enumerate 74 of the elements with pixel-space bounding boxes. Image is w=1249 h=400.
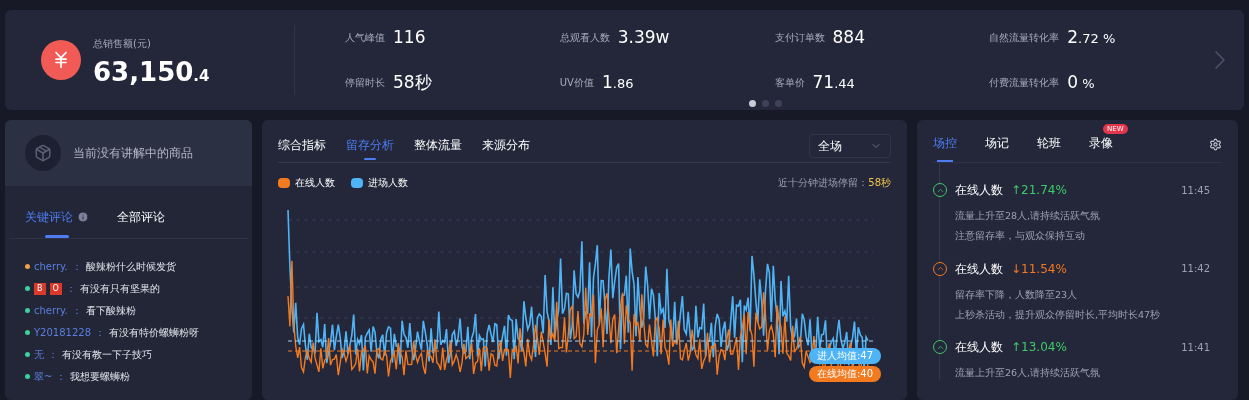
comment-text: 有没有教一下子技巧 (62, 348, 152, 362)
event-time: 11:42 (1181, 262, 1210, 276)
metric-label: 人气峰值 (345, 30, 385, 45)
analysis-tab[interactable]: 留存分析 (346, 136, 394, 154)
event-change: ↓11.54% (1011, 260, 1068, 278)
stay-note: 近十分钟进场停留：58秒 (778, 176, 891, 190)
event-note: 注意留存率，与观众保持互动 (955, 229, 1086, 244)
user-badge: B (34, 282, 46, 295)
legend-label: 在线人数 (295, 176, 335, 190)
trend-icon (933, 261, 947, 276)
comment-text: 有没有特价螺蛳粉呀 (109, 326, 199, 340)
legend-label: 进场人数 (368, 176, 408, 190)
event-time: 11:41 (1181, 340, 1210, 355)
metric-value: 116 (393, 25, 426, 49)
event-change: ↑13.04% (1011, 339, 1068, 356)
average-label: 进人均值:47 (808, 348, 881, 364)
comment-text: 有没有只有坚果的 (79, 282, 160, 296)
event-time: 11:45 (1181, 183, 1210, 198)
user-name: cherry. (34, 260, 68, 274)
settings-icon[interactable] (1209, 137, 1222, 151)
user-name: 翠~ (34, 370, 53, 384)
separator: ： (56, 370, 67, 384)
box-icon (25, 135, 61, 171)
sales-label: 总销售额(元) (93, 36, 152, 51)
separator: ： (48, 348, 58, 362)
event-note: 流量上升至26人,请持续活跃气氛 (955, 366, 1102, 380)
event-note: 流量上升至28人,请持续活跃气氛 (955, 209, 1102, 223)
user-name: 无 (34, 348, 44, 362)
comment-tab[interactable]: 全部评论 (117, 208, 165, 226)
scope-select[interactable]: 全场 (809, 134, 891, 158)
metric-value: 58秒 (393, 71, 432, 94)
control-tab[interactable]: 录像 (1089, 134, 1113, 152)
metric-label: 总观看人数 (559, 30, 610, 45)
metric-value: 3.39w (617, 25, 670, 49)
event-title: 在线人数 (955, 260, 1003, 278)
event-note: 上秒杀活动，提升观众停留时长,平均时长47秒 (955, 307, 1162, 322)
user-name: Y20181228 (34, 326, 91, 340)
analysis-tab[interactable]: 整体流量 (414, 136, 462, 154)
metric-label: 付费流量转化率 (989, 76, 1060, 91)
event-change: ↑21.74% (1011, 182, 1068, 199)
separator: ： (65, 282, 76, 296)
yen-icon (41, 40, 81, 80)
metric-value: 63,150.4 (93, 58, 210, 85)
metric-value: 1.86 (601, 71, 634, 94)
separator: ： (71, 260, 82, 274)
comment-text: 酸辣粉什么时候发货 (85, 260, 176, 274)
comment-text: 我想要螺蛳粉 (70, 370, 131, 384)
analysis-tab[interactable]: 综合指标 (278, 136, 326, 154)
average-label: 在线均值:40 (808, 366, 881, 382)
trend-icon (933, 183, 947, 197)
user-name: cherry. (34, 304, 68, 318)
user-badge: O (49, 282, 62, 295)
comment-tab[interactable]: 关键评论 (25, 208, 73, 226)
separator: ： (71, 304, 82, 318)
event-note: 留存率下降，人数降至23人 (955, 287, 1079, 302)
metric-label: 客单价 (774, 76, 805, 91)
control-tab[interactable]: 场记 (985, 134, 1009, 152)
separator: ： (95, 326, 105, 340)
product-status: 当前没有讲解中的商品 (73, 145, 193, 162)
metric-value: 0 % (1067, 71, 1095, 94)
event-title: 在线人数 (955, 339, 1003, 356)
metric-label: 停留时长 (345, 76, 385, 91)
comment-text: 看下酸辣粉 (85, 304, 136, 318)
metric-value: 2.72 % (1067, 25, 1116, 49)
metric-value: 884 (832, 25, 865, 49)
control-tab[interactable]: 轮班 (1037, 134, 1061, 152)
event-title: 在线人数 (955, 182, 1003, 199)
analysis-tab[interactable]: 来源分布 (482, 136, 530, 154)
trend-icon (933, 340, 947, 354)
metric-label: UV价值 (559, 76, 594, 91)
control-tab[interactable]: 场控 (933, 134, 957, 152)
metric-label: 自然流量转化率 (989, 30, 1060, 45)
metric-value: 71.44 (812, 71, 855, 94)
metric-label: 支付订单数 (774, 30, 825, 45)
